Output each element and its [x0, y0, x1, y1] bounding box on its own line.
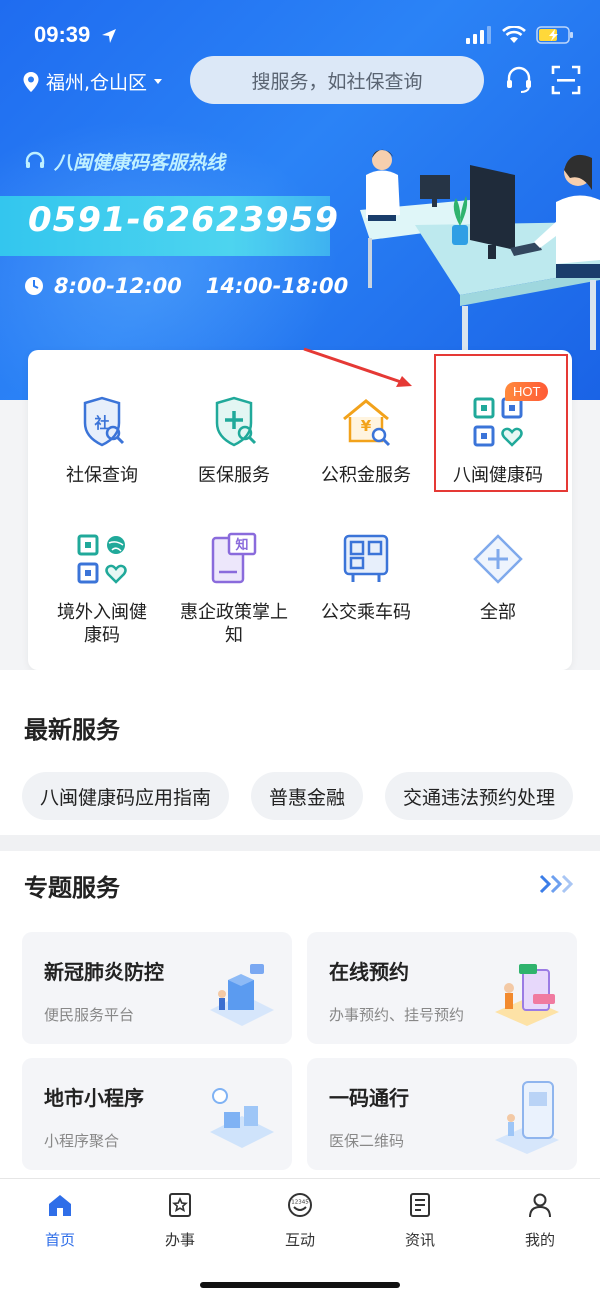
search-input[interactable]: 搜服务，如社保查询 — [190, 56, 484, 104]
hotline-phone[interactable]: 0591-62623959 — [28, 200, 339, 240]
chip-health-code-guide[interactable]: 八闽健康码应用指南 — [22, 772, 230, 820]
service-housing-fund[interactable]: ¥ 公积金服务 — [298, 395, 434, 487]
service-overseas-health-code[interactable]: 境外入闽健康码 — [34, 532, 170, 647]
topic-services-title: 专题服务 — [24, 874, 120, 902]
star-doc-icon — [169, 1193, 191, 1217]
tab-mine[interactable]: 我的 — [480, 1191, 600, 1250]
svg-text:¥: ¥ — [361, 417, 372, 435]
hot-badge: HOT — [505, 382, 549, 401]
tab-home[interactable]: 首页 — [0, 1191, 120, 1250]
chip-inclusive-finance[interactable]: 普惠金融 — [251, 772, 364, 820]
svg-text:知: 知 — [235, 537, 248, 553]
search-placeholder: 搜服务，如社保查询 — [251, 70, 423, 93]
cellular-signal-icon — [466, 26, 491, 44]
status-time: 09:39 — [34, 22, 91, 47]
person-icon — [529, 1193, 551, 1218]
customer-service-icon[interactable] — [503, 64, 535, 96]
location-selector[interactable]: 福州,仓山区 — [22, 68, 163, 95]
home-icon — [49, 1195, 71, 1216]
headset-icon — [25, 151, 45, 168]
topic-card-one-code[interactable]: 一码通行 医保二维码 — [307, 1058, 577, 1170]
service-hours: 8:00-12:00 14:00-18:00 — [24, 274, 348, 298]
location-pin-icon — [23, 71, 39, 92]
topic-card-covid[interactable]: 新冠肺炎防控 便民服务平台 — [22, 932, 292, 1044]
location-label: 福州,仓山区 — [46, 72, 148, 94]
topic-card-appointment[interactable]: 在线预约 办事预约、挂号预约 — [307, 932, 577, 1044]
clock-icon — [25, 277, 43, 295]
call-center-illustration — [360, 149, 600, 360]
scan-icon[interactable] — [550, 64, 582, 96]
bottom-tab-bar: 首页 办事 12345 互动 资讯 我的 — [0, 1178, 600, 1298]
bus-code-icon — [343, 534, 389, 582]
tab-affairs[interactable]: 办事 — [120, 1191, 240, 1250]
miniapp-illustration — [210, 1088, 274, 1148]
more-arrows-icon[interactable] — [538, 872, 576, 896]
health-code-highlight-box — [434, 354, 568, 492]
battery-charging-icon — [536, 26, 573, 44]
hotline-title: 八闽健康码客服热线 — [24, 148, 225, 175]
caret-down-icon — [154, 78, 163, 84]
policy-icon: 知 — [211, 532, 257, 584]
tab-news[interactable]: 资讯 — [360, 1191, 480, 1250]
home-indicator — [200, 1282, 400, 1288]
location-arrow-icon — [102, 29, 116, 43]
hotline-12345-icon: 12345 — [288, 1193, 312, 1217]
all-services-icon — [473, 534, 523, 584]
medical-insurance-icon — [215, 396, 257, 447]
svg-text:12345: 12345 — [291, 1200, 309, 1206]
service-bus-code[interactable]: 公交乘车码 — [298, 532, 434, 624]
one-code-illustration — [495, 1081, 559, 1154]
service-all[interactable]: 全部 — [430, 532, 566, 624]
social-security-icon: 社 — [83, 396, 125, 447]
topic-card-city-miniapps[interactable]: 地市小程序 小程序聚合 — [22, 1058, 292, 1170]
latest-services-title: 最新服务 — [24, 716, 120, 744]
hours-morning: 8:00-12:00 — [54, 274, 182, 298]
covid-control-illustration — [210, 964, 274, 1026]
housing-fund-icon: ¥ — [343, 399, 391, 447]
service-social-security[interactable]: 社 社保查询 — [34, 395, 170, 487]
section-divider — [0, 835, 600, 851]
tab-interact[interactable]: 12345 互动 — [240, 1191, 360, 1250]
wifi-icon — [502, 26, 526, 43]
service-policy[interactable]: 知 惠企政策掌上知 — [166, 532, 302, 647]
overseas-health-code-icon — [77, 534, 127, 584]
latest-services-chips: 八闽健康码应用指南 普惠金融 交通违法预约处理 — [22, 772, 574, 820]
chip-traffic-violation[interactable]: 交通违法预约处理 — [385, 772, 574, 820]
appointment-illustration — [495, 964, 559, 1026]
service-medical-insurance[interactable]: 医保服务 — [166, 395, 302, 487]
red-arrow-annotation — [303, 347, 412, 387]
news-icon — [410, 1193, 430, 1217]
